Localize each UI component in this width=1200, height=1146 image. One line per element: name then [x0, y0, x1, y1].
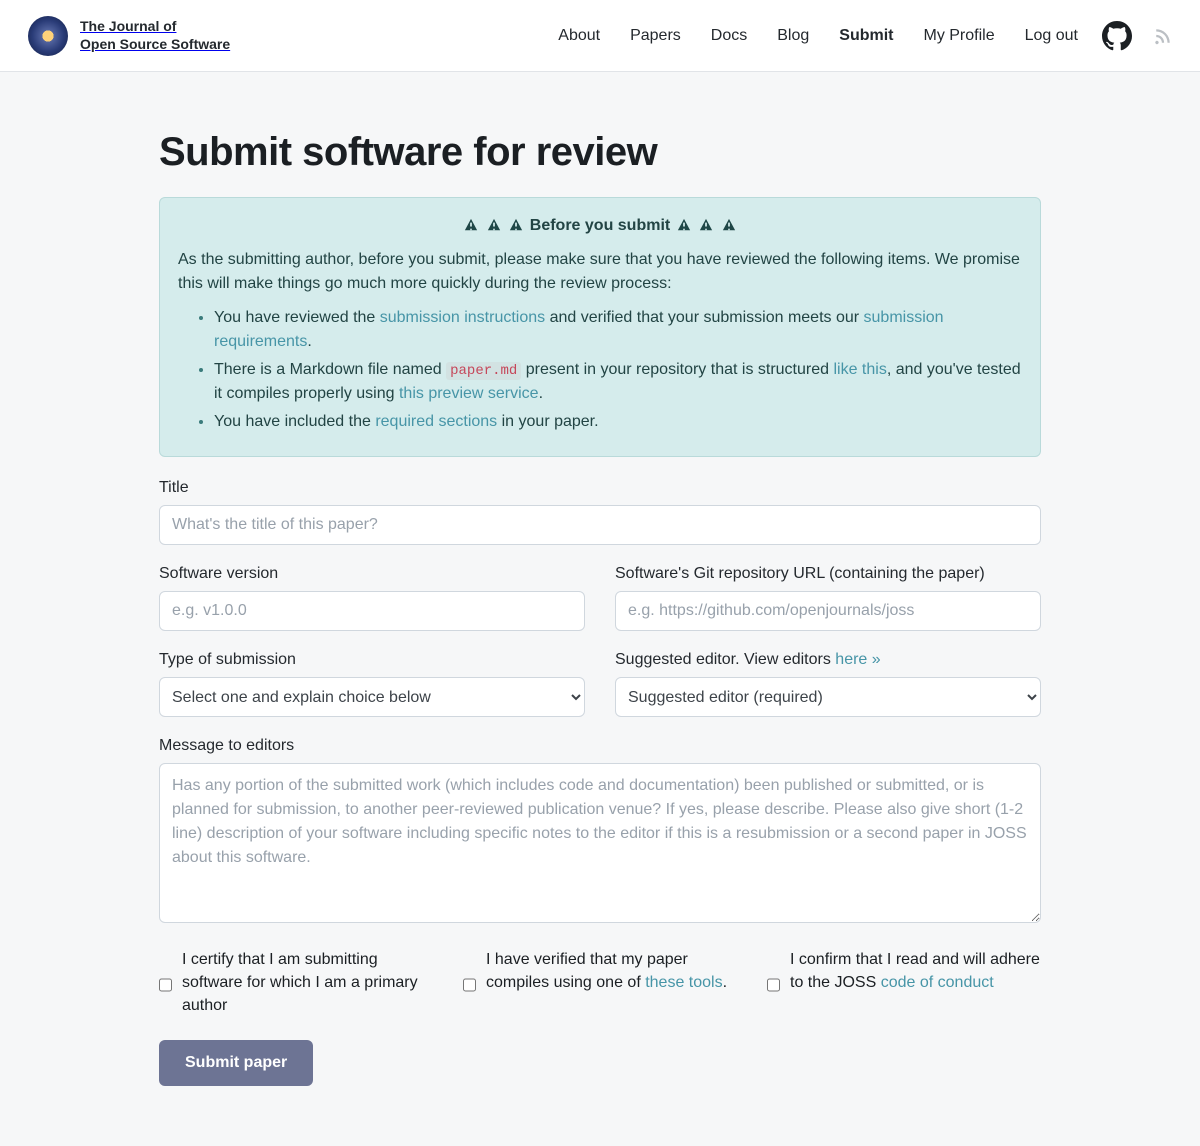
title-input[interactable]: [159, 505, 1041, 545]
before-submit-notice: Before you submit As the submitting auth…: [159, 197, 1041, 457]
brand-line1: The Journal of: [80, 18, 176, 34]
link-code-of-conduct[interactable]: code of conduct: [881, 974, 994, 991]
checkbox-primary-author[interactable]: [159, 952, 172, 1018]
logo-icon: [28, 16, 68, 56]
check-primary-author[interactable]: I certify that I am submitting software …: [159, 948, 433, 1018]
brand-link[interactable]: The Journal of Open Source Software: [28, 16, 230, 56]
warning-icon: [464, 216, 478, 240]
label-title: Title: [159, 479, 1041, 497]
nav-log-out[interactable]: Log out: [1025, 27, 1078, 45]
notice-item-2: There is a Markdown file named paper.md …: [214, 358, 1022, 406]
check-code-of-conduct[interactable]: I confirm that I read and will adhere to…: [767, 948, 1041, 1018]
notice-title: Before you submit: [178, 214, 1022, 240]
check-primary-author-label: I certify that I am submitting software …: [182, 948, 433, 1018]
link-preview-service[interactable]: this preview service: [399, 385, 539, 402]
notice-item-1: You have reviewed the submission instruc…: [214, 306, 1022, 354]
warning-icon: [487, 216, 501, 240]
warning-icon: [509, 216, 523, 240]
link-submission-instructions[interactable]: submission instructions: [380, 309, 545, 326]
link-these-tools[interactable]: these tools: [645, 974, 722, 991]
nav-papers[interactable]: Papers: [630, 27, 681, 45]
brand-text: The Journal of Open Source Software: [80, 18, 230, 53]
label-message-editors: Message to editors: [159, 737, 1041, 755]
primary-nav: About Papers Docs Blog Submit My Profile…: [558, 27, 1078, 45]
nav-my-profile[interactable]: My Profile: [923, 27, 994, 45]
rss-icon[interactable]: [1154, 27, 1172, 45]
software-version-input[interactable]: [159, 591, 585, 631]
warning-icon: [677, 216, 691, 240]
notice-title-text: Before you submit: [530, 217, 670, 234]
message-to-editors-textarea[interactable]: [159, 763, 1041, 923]
link-required-sections[interactable]: required sections: [375, 413, 497, 430]
warning-icon: [722, 216, 736, 240]
checkbox-code-of-conduct[interactable]: [767, 952, 780, 1018]
github-icon[interactable]: [1102, 21, 1132, 51]
label-software-version: Software version: [159, 565, 585, 583]
label-suggested-editor: Suggested editor. View editors here »: [615, 651, 1041, 669]
label-repository-url: Software's Git repository URL (containin…: [615, 565, 1041, 583]
check-paper-compiles-label: I have verified that my paper compiles u…: [486, 948, 737, 1018]
link-like-this[interactable]: like this: [833, 361, 886, 378]
notice-item-3: You have included the required sections …: [214, 410, 1022, 434]
warning-icon: [699, 216, 713, 240]
check-code-of-conduct-label: I confirm that I read and will adhere to…: [790, 948, 1041, 1018]
nav-blog[interactable]: Blog: [777, 27, 809, 45]
notice-intro: As the submitting author, before you sub…: [178, 248, 1022, 296]
nav-submit[interactable]: Submit: [839, 27, 893, 45]
repository-url-input[interactable]: [615, 591, 1041, 631]
nav-docs[interactable]: Docs: [711, 27, 747, 45]
label-submission-type: Type of submission: [159, 651, 585, 669]
check-paper-compiles[interactable]: I have verified that my paper compiles u…: [463, 948, 737, 1018]
top-navbar: The Journal of Open Source Software Abou…: [0, 0, 1200, 72]
page-title: Submit software for review: [159, 130, 1041, 175]
submission-type-select[interactable]: Select one and explain choice below: [159, 677, 585, 717]
link-view-editors[interactable]: here »: [835, 651, 880, 668]
suggested-editor-select[interactable]: Suggested editor (required): [615, 677, 1041, 717]
nav-about[interactable]: About: [558, 27, 600, 45]
checkbox-paper-compiles[interactable]: [463, 952, 476, 1018]
code-paper-md: paper.md: [446, 362, 521, 380]
submit-paper-button[interactable]: Submit paper: [159, 1040, 313, 1086]
brand-line2: Open Source Software: [80, 36, 230, 52]
